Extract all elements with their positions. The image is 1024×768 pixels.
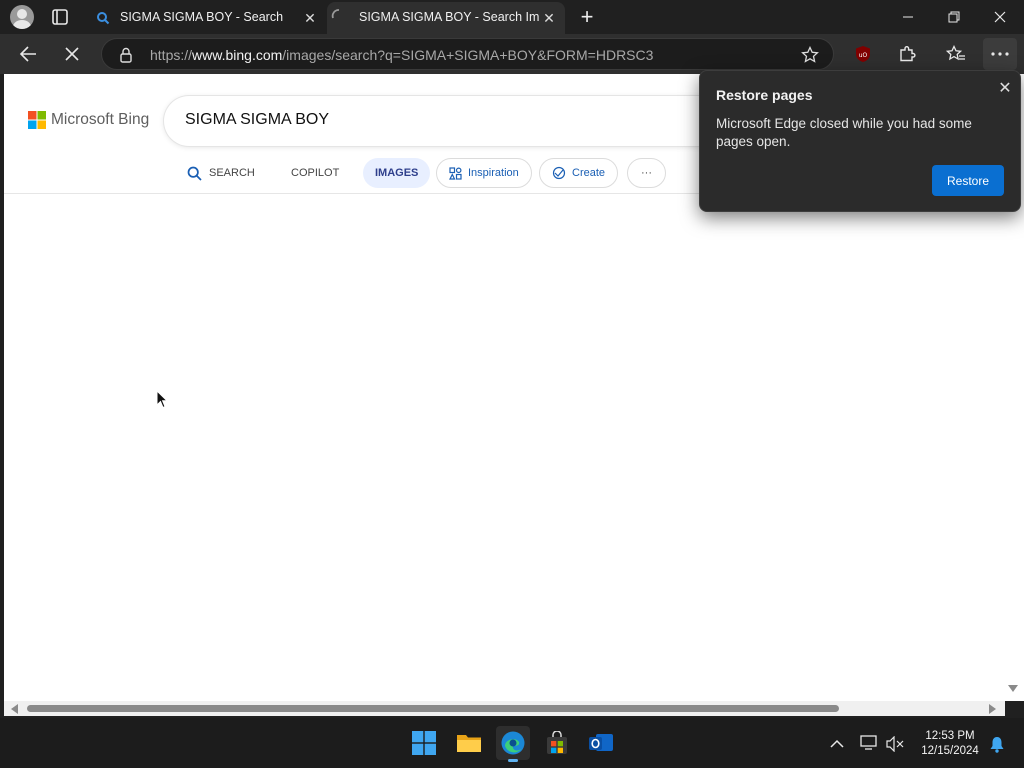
restore-window-button[interactable] xyxy=(931,0,977,34)
system-clock[interactable]: 12:53 PM 12/15/2024 xyxy=(915,729,985,759)
file-explorer-button[interactable] xyxy=(452,726,486,760)
ublock-extension-icon[interactable]: uO xyxy=(847,38,879,70)
tab-title: SIGMA SIGMA BOY - Search xyxy=(120,10,284,24)
scroll-down-arrow-icon[interactable] xyxy=(1008,685,1018,693)
nav-search[interactable]: SEARCH xyxy=(187,158,255,188)
store-bag-icon xyxy=(547,731,567,754)
lock-icon[interactable] xyxy=(119,47,133,63)
nav-more-label: ··· xyxy=(641,167,652,179)
windows-taskbar: 12:53 PM 12/15/2024 xyxy=(0,718,1024,768)
stop-loading-button[interactable] xyxy=(56,38,88,70)
popup-message: Microsoft Edge closed while you had some… xyxy=(716,116,972,149)
bing-search-favicon-icon xyxy=(96,11,110,25)
scroll-right-arrow-icon[interactable] xyxy=(989,704,997,714)
microsoft-logo-icon xyxy=(28,111,46,129)
nav-search-label: SEARCH xyxy=(209,167,255,179)
close-popup-icon[interactable]: ✕ xyxy=(994,77,1016,99)
minimize-button[interactable] xyxy=(885,0,931,34)
favorites-icon[interactable] xyxy=(940,38,972,70)
settings-more-button[interactable] xyxy=(983,38,1017,70)
search-input[interactable]: SIGMA SIGMA BOY xyxy=(164,96,724,146)
url-host: www.bing.com xyxy=(192,47,283,63)
scroll-left-arrow-icon[interactable] xyxy=(11,704,19,714)
url-path: /images/search?q=SIGMA+SIGMA+BOY&FORM=HD… xyxy=(282,47,654,63)
tab-strip: SIGMA SIGMA BOY - Search ✕ SIGMA SIGMA B… xyxy=(0,0,1024,34)
nav-images-label: IMAGES xyxy=(375,167,419,179)
tab-bing-images[interactable]: SIGMA SIGMA BOY - Search Imag ✕ xyxy=(327,2,565,34)
clock-time: 12:53 PM xyxy=(925,730,975,742)
url-text: https://www.bing.com/images/search?q=SIG… xyxy=(150,47,653,63)
extensions-puzzle-icon[interactable] xyxy=(891,38,923,70)
active-indicator xyxy=(508,759,518,762)
outlook-button[interactable] xyxy=(584,726,618,760)
url-prefix: https:// xyxy=(150,47,193,63)
profile-avatar[interactable] xyxy=(10,5,34,29)
restore-button[interactable]: Restore xyxy=(932,165,1004,196)
mouse-cursor-icon xyxy=(156,390,168,409)
outlook-icon xyxy=(589,734,613,751)
search-query-text: SIGMA SIGMA BOY xyxy=(185,111,330,128)
tab-title: SIGMA SIGMA BOY - Search Imag xyxy=(359,10,539,24)
horizontal-scrollbar[interactable] xyxy=(4,701,1005,716)
browser-toolbar: https://www.bing.com/images/search?q=SIG… xyxy=(0,34,1024,74)
network-display-icon[interactable] xyxy=(860,735,880,751)
show-hidden-icons-chevron-icon[interactable] xyxy=(830,736,846,750)
address-bar[interactable]: https://www.bing.com/images/search?q=SIG… xyxy=(101,38,834,70)
nav-copilot-label: COPILOT xyxy=(291,167,340,179)
store-button[interactable] xyxy=(540,726,574,760)
nav-inspiration-label: Inspiration xyxy=(468,167,519,179)
svg-text:uO: uO xyxy=(859,52,868,59)
search-icon xyxy=(187,166,202,181)
close-window-button[interactable] xyxy=(977,0,1023,34)
inspiration-icon xyxy=(449,166,462,180)
edge-icon xyxy=(501,731,525,755)
close-tab-icon[interactable]: ✕ xyxy=(302,10,318,26)
restore-pages-popup: Restore pages ✕ Microsoft Edge closed wh… xyxy=(699,70,1021,212)
start-button[interactable] xyxy=(407,726,441,760)
favorite-star-icon[interactable] xyxy=(801,45,819,64)
clock-date: 12/15/2024 xyxy=(921,745,979,757)
tab-bing-search[interactable]: SIGMA SIGMA BOY - Search ✕ xyxy=(88,2,326,34)
notifications-bell-icon[interactable] xyxy=(988,735,1006,753)
horizontal-scroll-thumb[interactable] xyxy=(27,705,839,712)
popup-title: Restore pages xyxy=(716,87,813,103)
nav-create-label: Create xyxy=(572,167,606,179)
create-icon xyxy=(552,166,566,180)
bing-logo[interactable]: Microsoft Bing xyxy=(28,111,149,129)
logo-text: Microsoft Bing xyxy=(51,111,150,128)
volume-muted-icon[interactable] xyxy=(886,735,904,753)
back-button[interactable] xyxy=(12,38,44,70)
nav-more-button[interactable]: ··· xyxy=(627,158,666,188)
tab-actions-icon[interactable] xyxy=(50,8,70,26)
windows-logo-icon xyxy=(412,731,436,755)
close-tab-icon[interactable]: ✕ xyxy=(541,10,557,26)
edge-taskbar-button[interactable] xyxy=(496,726,530,762)
nav-images[interactable]: IMAGES xyxy=(363,158,431,188)
folder-icon xyxy=(457,735,481,752)
nav-copilot[interactable]: COPILOT xyxy=(291,158,339,188)
new-tab-button[interactable]: + xyxy=(575,4,599,29)
nav-inspiration[interactable]: Inspiration xyxy=(436,158,532,188)
nav-create[interactable]: Create xyxy=(539,158,619,188)
loading-spinner-icon xyxy=(331,8,343,20)
